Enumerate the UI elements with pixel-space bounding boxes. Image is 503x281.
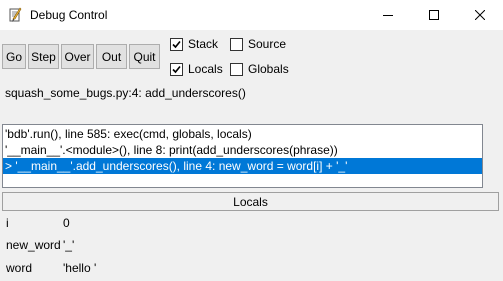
stack-checkbox-label: Stack [188,37,219,51]
title-bar: Debug Control [0,0,503,31]
source-checkbox-box[interactable] [230,37,243,51]
quit-button[interactable]: Quit [129,44,160,69]
local-var-name: i [6,216,9,230]
local-var-value: 0 [63,216,70,230]
locals-header: Locals [2,192,499,211]
local-var-value: '_' [63,238,75,252]
source-checkbox-label: Source [248,37,287,51]
local-var-name: new_word [6,238,61,252]
stack-checkbox-box[interactable] [170,37,183,51]
over-button[interactable]: Over [61,44,94,69]
maximize-button[interactable] [411,0,457,31]
locals-checkbox[interactable]: Locals [170,61,223,77]
stack-frame-item[interactable]: '__main__'.<module>(), line 8: print(add… [3,142,482,158]
go-button[interactable]: Go [2,44,26,69]
minimize-button[interactable] [365,0,411,31]
globals-checkbox[interactable]: Globals [230,61,289,77]
checkmark-icon [172,40,181,48]
locals-checkbox-label: Locals [188,62,223,76]
stack-listbox[interactable]: 'bdb'.run(), line 585: exec(cmd, globals… [2,124,483,188]
stack-checkbox[interactable]: Stack [170,36,218,52]
window-title: Debug Control [30,8,108,22]
python-feather-icon [7,7,23,23]
locals-checkbox-box[interactable] [170,62,183,76]
maximize-icon [429,9,439,23]
step-button[interactable]: Step [28,44,59,69]
local-var-name: word [6,261,33,275]
checkmark-icon [172,65,181,73]
status-line: squash_some_bugs.py:4: add_underscores() [5,86,246,100]
out-button[interactable]: Out [96,44,127,69]
local-var-value: 'hello ' [63,261,97,275]
close-button[interactable] [457,0,503,31]
debug-control-panel: Go Step Over Out Quit Stack Source Local… [0,31,503,281]
globals-checkbox-label: Globals [248,62,289,76]
minimize-icon [383,9,393,23]
locals-panel: i 0 new_word '_' word 'hello ' [0,212,503,281]
stack-frame-item[interactable]: 'bdb'.run(), line 585: exec(cmd, globals… [3,126,482,142]
globals-checkbox-box[interactable] [230,62,243,76]
close-icon [474,9,486,23]
stack-frame-item-selected[interactable]: > '__main__'.add_underscores(), line 4: … [3,158,482,174]
stack-scrollbar[interactable] [485,124,502,188]
source-checkbox[interactable]: Source [230,36,286,52]
